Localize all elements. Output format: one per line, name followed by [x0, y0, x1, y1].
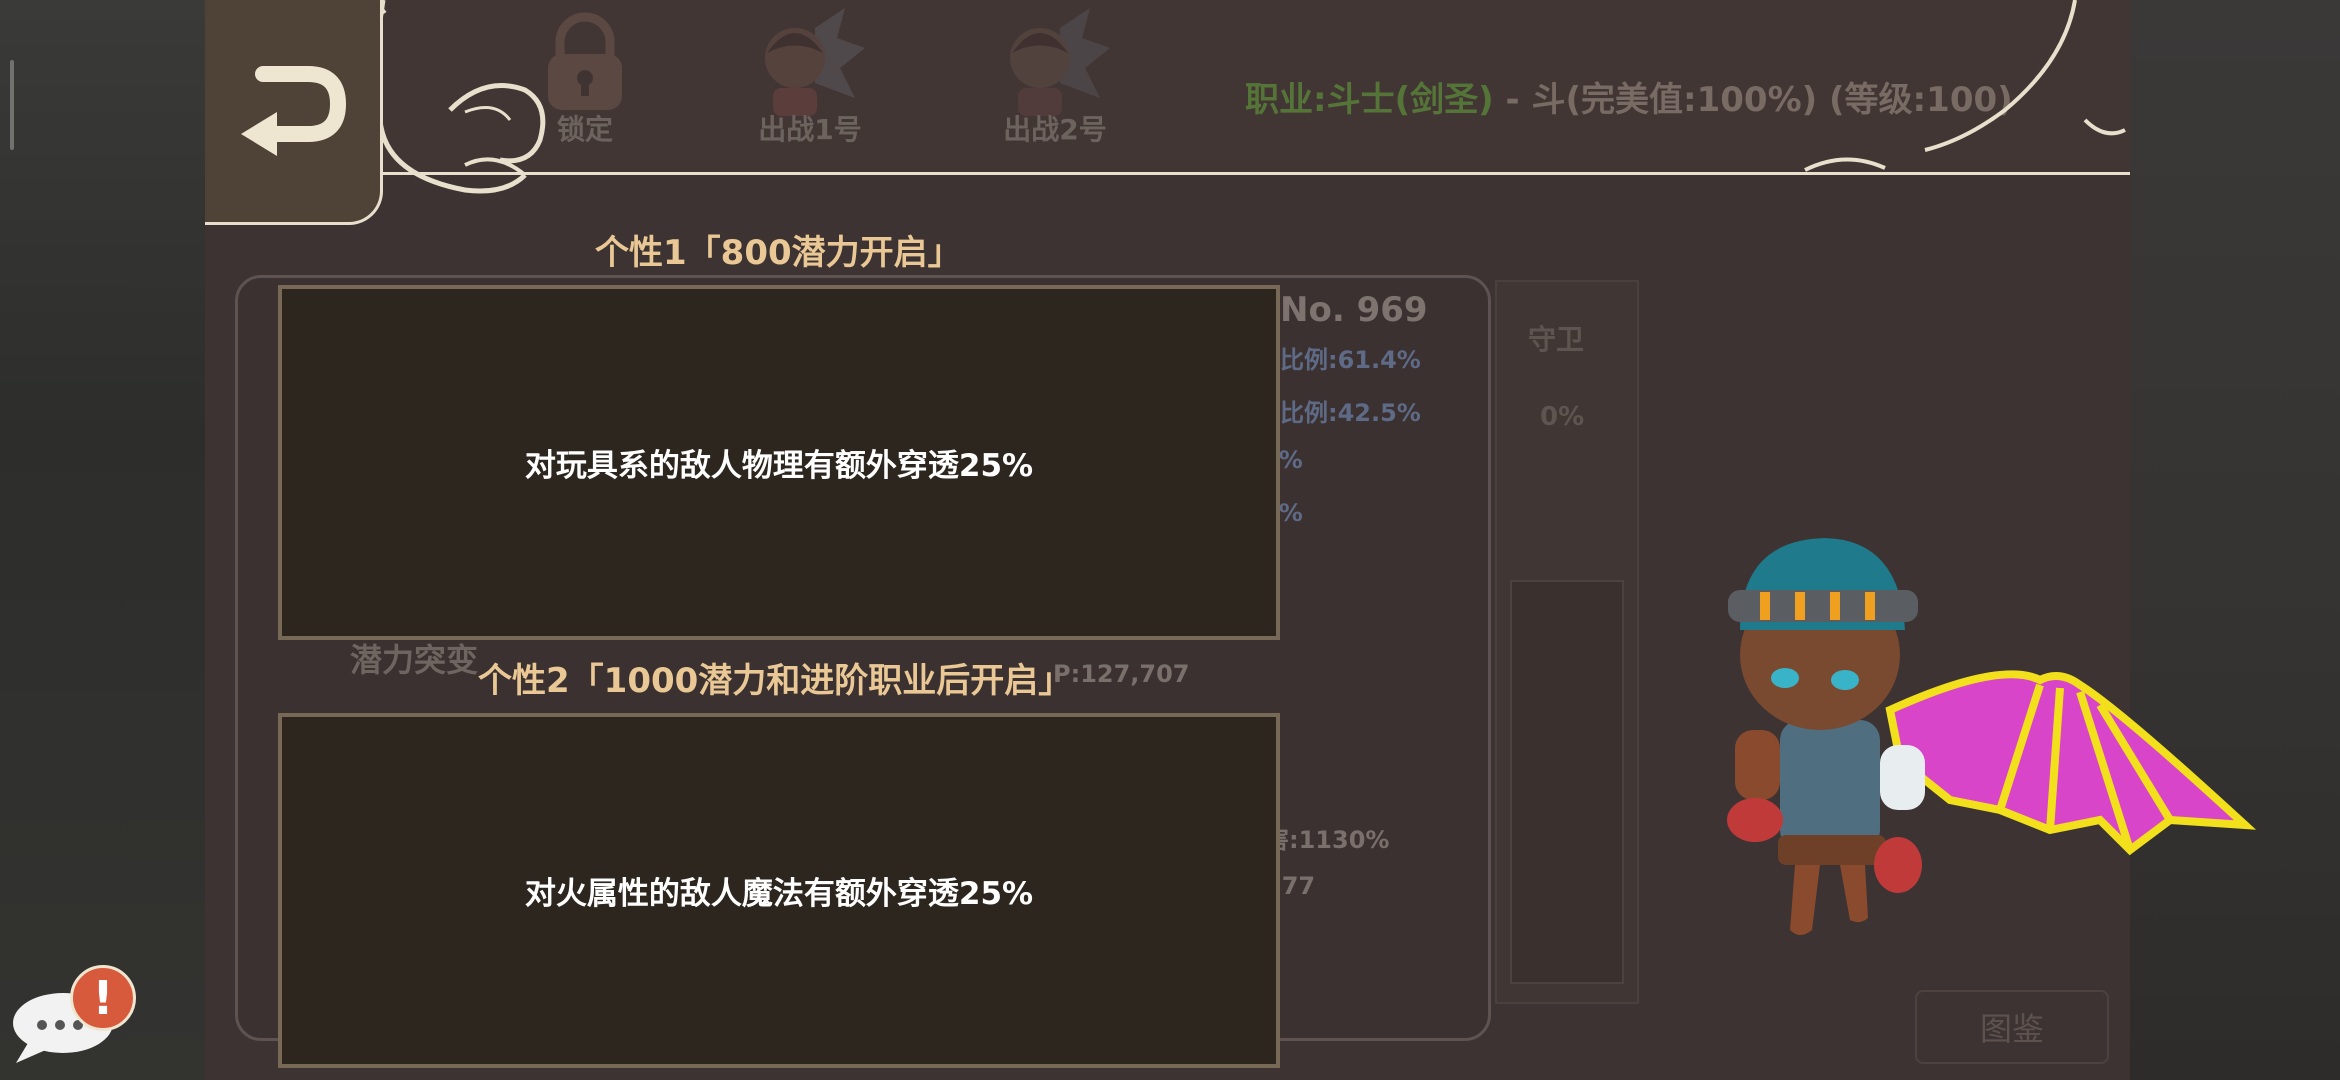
- trait-1-description: 对玩具系的敌人物理有额外穿透25%: [524, 448, 1034, 484]
- character-model: [1727, 538, 2257, 935]
- power-value: P:127,707: [1053, 660, 1190, 688]
- back-arrow-icon: [240, 66, 346, 156]
- guard-value: 0%: [1540, 402, 1585, 432]
- trait-2-description-box: 对火属性的敌人魔法有额外穿透25%: [278, 713, 1280, 1068]
- ratio-2: 比例:42.5%: [1280, 399, 1421, 427]
- atlas-button[interactable]: 图鉴: [1915, 990, 2109, 1064]
- character-portrait-icon: [765, 8, 865, 116]
- battle-slot-2-label: 出战2号: [1003, 113, 1107, 146]
- edge-handle: [10, 60, 14, 150]
- class-prefix: 职业:: [1245, 80, 1327, 120]
- alert-icon[interactable]: !: [70, 965, 136, 1031]
- battle-slot-2-button[interactable]: 出战2号: [990, 8, 1120, 148]
- lock-label: 锁定: [556, 113, 613, 146]
- guard-label: 守卫: [1528, 323, 1585, 356]
- ratio-1: 比例:61.4%: [1280, 346, 1421, 374]
- class-name: 斗士(剑圣): [1326, 80, 1494, 120]
- class-info: 职业:斗士(剑圣) - 斗(完美值:100%) (等级:100): [1245, 72, 2013, 121]
- potential-breakthrough-button[interactable]: 潜力突变: [350, 635, 478, 681]
- trait-1-description-box: 对玩具系的敌人物理有额外穿透25%: [278, 285, 1280, 640]
- lock-button[interactable]: 锁定: [520, 8, 650, 148]
- trait-2-description: 对火属性的敌人魔法有额外穿透25%: [524, 876, 1034, 912]
- damage-value: 害:1130%: [1265, 826, 1390, 854]
- battle-slot-1-button[interactable]: 出战1号: [745, 8, 875, 148]
- character-portrait-icon: [1010, 8, 1110, 116]
- character-number: No. 969: [1280, 290, 1428, 330]
- back-button[interactable]: [205, 0, 383, 225]
- lock-icon: [548, 12, 622, 110]
- trait-1-title: 个性1「800潜力开启」: [595, 233, 962, 273]
- wing: [1885, 670, 2257, 856]
- trait-2-title: 个性2「1000潜力和进阶职业后开启」: [478, 661, 1073, 701]
- class-detail: - 斗(完美值:100%) (等级:100): [1493, 80, 2013, 120]
- guard-bar: [1510, 580, 1624, 984]
- battle-slot-1-label: 出战1号: [758, 113, 862, 146]
- left-scene-background: [0, 0, 205, 1080]
